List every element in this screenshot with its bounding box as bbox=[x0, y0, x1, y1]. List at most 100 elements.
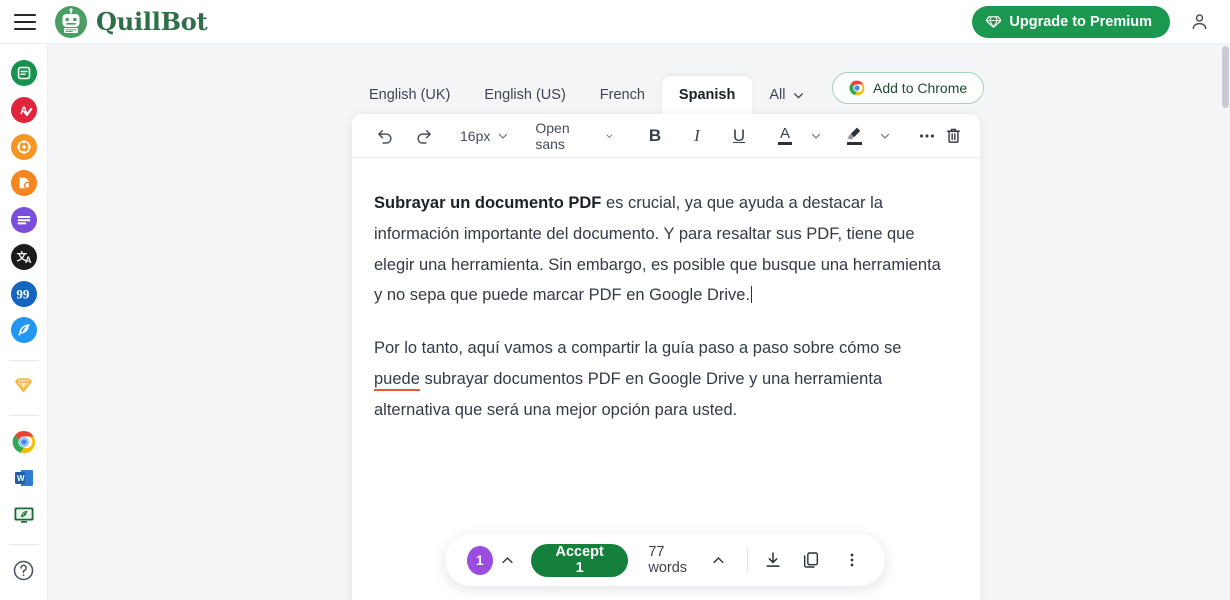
tab-all-label: All bbox=[769, 87, 785, 103]
undo-arrow-icon bbox=[376, 126, 395, 145]
paragraph-1-bold-lead: Subrayar un documento PDF bbox=[374, 194, 601, 212]
sidebar-item-help[interactable] bbox=[10, 557, 38, 584]
workspace-area: English (UK) English (US) French Spanish… bbox=[48, 44, 1230, 600]
sidebar-item-chrome-extension[interactable] bbox=[10, 428, 38, 455]
redo-arrow-icon bbox=[414, 126, 433, 145]
bottom-bar-divider bbox=[747, 547, 748, 573]
text-color-button[interactable]: A bbox=[772, 122, 798, 150]
page-scrollbar-track[interactable] bbox=[1221, 44, 1230, 600]
accept-suggestions-button[interactable]: Accept 1 bbox=[531, 544, 628, 577]
diamond-outline-icon bbox=[11, 373, 36, 398]
brand-logo-link[interactable]: QuillBot bbox=[54, 5, 208, 39]
text-color-dropdown[interactable] bbox=[803, 122, 829, 150]
left-sidebar-rail: A bbox=[0, 44, 48, 600]
more-vertical-icon bbox=[843, 551, 861, 569]
help-circle-icon bbox=[12, 559, 35, 582]
page-scrollbar-thumb[interactable] bbox=[1222, 46, 1229, 108]
undo-button[interactable] bbox=[372, 122, 398, 150]
sidebar-item-paraphraser[interactable] bbox=[10, 60, 38, 87]
download-icon bbox=[763, 550, 783, 570]
sidebar-divider-3 bbox=[9, 544, 39, 545]
paraphraser-icon bbox=[11, 60, 37, 86]
topbar-actions: Upgrade to Premium bbox=[972, 5, 1230, 39]
suggestion-count-badge[interactable]: 1 bbox=[467, 546, 493, 575]
user-account-icon[interactable] bbox=[1182, 5, 1216, 39]
italic-button[interactable]: I bbox=[684, 122, 710, 150]
chrome-icon bbox=[12, 430, 36, 454]
add-to-chrome-button[interactable]: Add to Chrome bbox=[832, 72, 984, 104]
tab-french[interactable]: French bbox=[583, 76, 662, 114]
bottom-bar-more-button[interactable] bbox=[839, 545, 865, 575]
sidebar-item-premium[interactable] bbox=[10, 373, 38, 400]
grammar-suggestion-highlight[interactable]: puede bbox=[374, 370, 420, 391]
sidebar-divider-2 bbox=[9, 415, 39, 416]
trash-icon bbox=[944, 126, 963, 145]
redo-button[interactable] bbox=[410, 122, 436, 150]
paragraph-1[interactable]: Subrayar un documento PDF es crucial, ya… bbox=[374, 188, 950, 311]
ai-detector-icon bbox=[11, 134, 37, 160]
bold-label: B bbox=[649, 126, 661, 146]
tab-english-us[interactable]: English (US) bbox=[467, 76, 582, 114]
tab-label: English (US) bbox=[484, 87, 565, 103]
font-size-selector[interactable]: 16px bbox=[454, 122, 515, 150]
chevron-up-icon bbox=[500, 553, 515, 568]
brand-name: QuillBot bbox=[96, 7, 208, 36]
sidebar-item-word-addin[interactable]: W bbox=[10, 465, 38, 492]
editor-bottom-bar: 1 Accept 1 77 words bbox=[445, 534, 885, 586]
chevron-down-icon bbox=[792, 89, 805, 102]
svg-text:W: W bbox=[17, 474, 25, 483]
paragraph-2-before: Por lo tanto, aquí vamos a compartir la … bbox=[374, 339, 901, 357]
editor-toolbar: 16px Open sans B I bbox=[352, 114, 980, 158]
word-count-label[interactable]: 77 words bbox=[648, 544, 700, 576]
font-family-value: Open sans bbox=[535, 120, 584, 152]
highlighter-pen-icon bbox=[846, 126, 862, 141]
editor-card: 16px Open sans B I bbox=[352, 114, 980, 600]
word-icon: W bbox=[12, 466, 36, 490]
bold-button[interactable]: B bbox=[642, 122, 668, 150]
svg-text:99: 99 bbox=[16, 286, 30, 301]
grammar-check-icon: A bbox=[11, 97, 37, 123]
quillbot-robot-logo bbox=[54, 5, 88, 39]
sidebar-divider-1 bbox=[9, 360, 39, 361]
underline-label: U bbox=[733, 126, 745, 146]
text-color-label: A bbox=[780, 126, 790, 141]
sidebar-item-desktop-app[interactable] bbox=[10, 502, 38, 529]
font-family-selector[interactable]: Open sans bbox=[529, 122, 620, 150]
text-color-swatch bbox=[778, 142, 792, 145]
paragraph-2[interactable]: Por lo tanto, aquí vamos a compartir la … bbox=[374, 333, 950, 425]
tab-spanish[interactable]: Spanish bbox=[662, 76, 752, 114]
highlight-color-dropdown[interactable] bbox=[872, 122, 898, 150]
sidebar-item-summarizer[interactable] bbox=[10, 207, 38, 234]
hamburger-menu-icon[interactable] bbox=[14, 14, 36, 30]
sidebar-item-citation-generator[interactable]: 99 bbox=[10, 280, 38, 307]
more-options-button[interactable] bbox=[914, 122, 940, 150]
download-button[interactable] bbox=[760, 545, 786, 575]
document-editor-body[interactable]: Subrayar un documento PDF es crucial, ya… bbox=[352, 158, 980, 426]
sidebar-item-grammar-checker[interactable]: A bbox=[10, 97, 38, 124]
suggestions-expand-button[interactable] bbox=[498, 548, 517, 572]
tab-label: English (UK) bbox=[369, 87, 450, 103]
chevron-down-icon bbox=[879, 130, 891, 142]
tab-english-uk[interactable]: English (UK) bbox=[352, 76, 467, 114]
tab-label: French bbox=[600, 87, 645, 103]
font-size-value: 16px bbox=[460, 128, 490, 144]
copy-icon bbox=[801, 550, 821, 570]
tab-all-languages[interactable]: All bbox=[752, 76, 822, 114]
more-horizontal-icon bbox=[917, 126, 937, 146]
paragraph-2-after: subrayar documentos PDF en Google Drive … bbox=[374, 370, 882, 419]
upgrade-to-premium-button[interactable]: Upgrade to Premium bbox=[972, 6, 1170, 38]
sidebar-item-co-writer[interactable] bbox=[10, 317, 38, 344]
sidebar-item-plagiarism-checker[interactable] bbox=[10, 170, 38, 197]
copy-button[interactable] bbox=[798, 545, 824, 575]
text-caret bbox=[751, 286, 752, 303]
quillbot-app: QuillBot Upgrade to Premium bbox=[0, 0, 1230, 600]
delete-document-button[interactable] bbox=[940, 122, 966, 150]
underline-button[interactable]: U bbox=[726, 122, 752, 150]
chevron-down-icon bbox=[605, 130, 614, 142]
highlight-color-button[interactable] bbox=[841, 122, 867, 150]
translator-icon: 文 A bbox=[11, 244, 37, 270]
sidebar-item-translator[interactable]: 文 A bbox=[10, 244, 38, 271]
chrome-icon bbox=[849, 80, 865, 96]
sidebar-item-ai-detector[interactable] bbox=[10, 133, 38, 160]
word-count-expand-button[interactable] bbox=[709, 548, 728, 572]
